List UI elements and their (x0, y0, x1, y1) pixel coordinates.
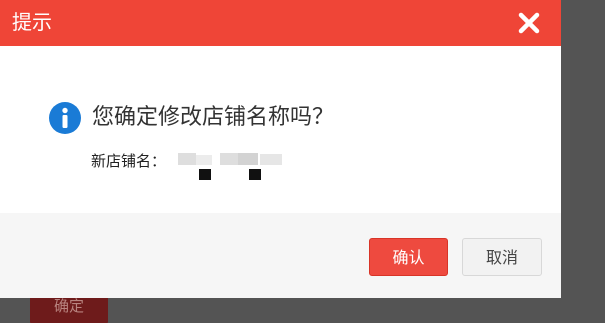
shop-name-label: 新店铺名： (91, 152, 167, 170)
redacted-shop-name (178, 153, 286, 183)
confirm-button[interactable]: 确认 (369, 238, 448, 276)
question-text: 您确定修改店铺名称吗？ (92, 105, 335, 130)
dialog-footer: 确认 取消 (0, 213, 561, 298)
close-icon[interactable] (517, 11, 541, 35)
info-icon (49, 102, 81, 134)
confirm-dialog: 提示 您确定修改店铺名称吗？ 新店铺名： 确认 取消 (0, 0, 561, 298)
dialog-title: 提示 (12, 10, 52, 34)
cancel-button[interactable]: 取消 (462, 238, 542, 276)
dialog-header: 提示 (0, 0, 561, 46)
dialog-body: 您确定修改店铺名称吗？ 新店铺名： (0, 46, 561, 213)
shop-name-row: 新店铺名： (91, 149, 282, 180)
